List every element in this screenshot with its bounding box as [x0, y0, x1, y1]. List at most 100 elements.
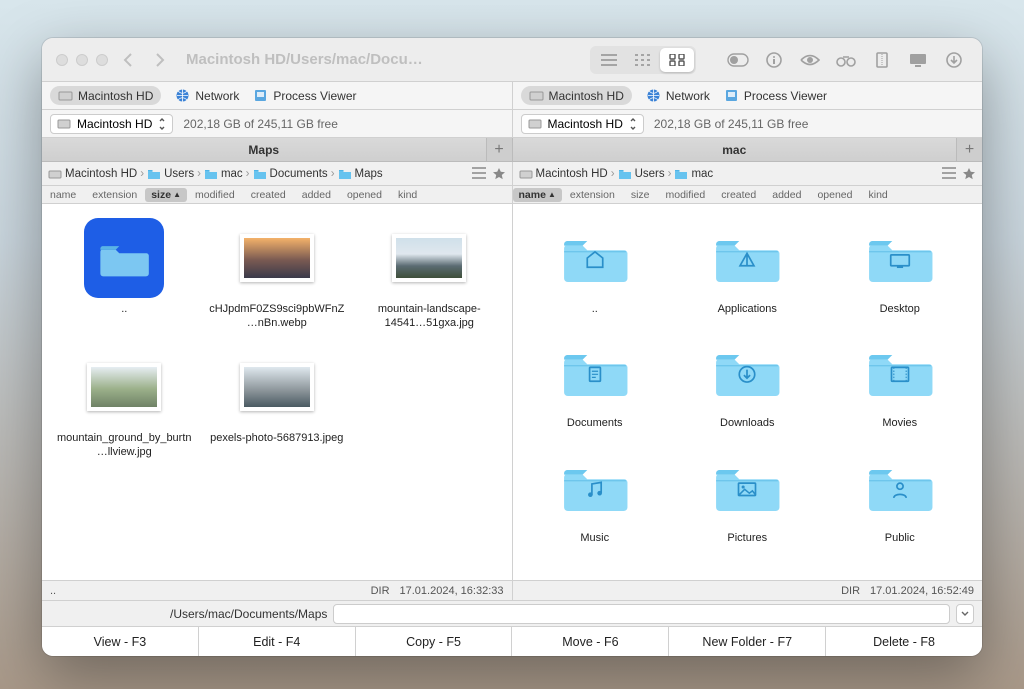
- pane-left[interactable]: ..cHJpdmF0ZS9sci9pbWFnZ…nBn.webpmountain…: [42, 204, 513, 580]
- fn-copy[interactable]: Copy - F5: [356, 627, 513, 656]
- list-toggle-icon[interactable]: [942, 167, 956, 181]
- quicklook-icon[interactable]: [796, 53, 824, 67]
- folder-icon: [713, 345, 781, 399]
- volume-select-right[interactable]: Macintosh HD: [521, 114, 644, 134]
- star-icon[interactable]: [492, 167, 506, 181]
- column-opened[interactable]: opened: [339, 189, 390, 201]
- column-kind[interactable]: kind: [390, 189, 425, 201]
- proc-icon: [253, 88, 268, 103]
- favorite-network[interactable]: Network: [646, 88, 710, 103]
- file-item[interactable]: Pictures: [673, 441, 822, 551]
- column-created[interactable]: created: [713, 189, 764, 201]
- favorite-process-viewer[interactable]: Process Viewer: [724, 88, 827, 103]
- file-item[interactable]: Desktop: [826, 212, 975, 322]
- file-item[interactable]: ..: [50, 212, 199, 337]
- volume-name: Macintosh HD: [77, 117, 152, 131]
- column-size[interactable]: size ▲: [145, 188, 187, 202]
- new-tab-right[interactable]: +: [956, 138, 982, 161]
- command-dropdown[interactable]: [956, 604, 974, 624]
- close-button[interactable]: [56, 54, 68, 66]
- list-toggle-icon[interactable]: [472, 167, 486, 181]
- column-modified[interactable]: modified: [658, 189, 714, 201]
- path-segment[interactable]: Macintosh HD: [519, 167, 608, 181]
- folder-icon: [866, 345, 934, 399]
- list-view-button[interactable]: [592, 48, 626, 72]
- column-added[interactable]: added: [764, 189, 809, 201]
- file-item[interactable]: Movies: [826, 326, 975, 436]
- path-segment[interactable]: mac: [204, 167, 243, 181]
- column-size[interactable]: size: [623, 189, 658, 201]
- column-created[interactable]: created: [243, 189, 294, 201]
- file-item[interactable]: mountain-landscape-14541…51gxa.jpg: [355, 212, 504, 337]
- column-opened[interactable]: opened: [809, 189, 860, 201]
- download-icon[interactable]: [940, 52, 968, 68]
- toggle-icon[interactable]: [724, 53, 752, 67]
- forward-button[interactable]: [148, 48, 172, 72]
- path-segment[interactable]: Maps: [338, 167, 383, 181]
- volume-bar: Macintosh HD 202,18 GB of 245,11 GB free…: [42, 110, 982, 138]
- column-name[interactable]: name ▲: [513, 188, 562, 202]
- folder-icon: [713, 231, 781, 285]
- column-extension[interactable]: extension: [562, 189, 623, 201]
- file-item[interactable]: cHJpdmF0ZS9sci9pbWFnZ…nBn.webp: [203, 212, 352, 337]
- path-segment[interactable]: mac: [674, 167, 713, 181]
- path-segment[interactable]: Macintosh HD: [48, 167, 137, 181]
- path-segment[interactable]: Users: [618, 167, 665, 181]
- folder-icon: [866, 460, 934, 514]
- volume-free-right: 202,18 GB of 245,11 GB free: [654, 117, 809, 131]
- proc-icon: [724, 88, 739, 103]
- file-item[interactable]: Music: [521, 441, 670, 551]
- column-kind[interactable]: kind: [860, 189, 895, 201]
- tab-right[interactable]: mac: [513, 138, 957, 161]
- item-label: Applications: [718, 302, 777, 316]
- file-item[interactable]: Applications: [673, 212, 822, 322]
- favorite-macintosh-hd[interactable]: Macintosh HD: [50, 86, 161, 105]
- file-item[interactable]: ..: [521, 212, 670, 322]
- command-input[interactable]: [333, 604, 950, 624]
- star-icon[interactable]: [962, 167, 976, 181]
- binoculars-icon[interactable]: [832, 53, 860, 67]
- net-icon: [646, 88, 661, 103]
- zoom-button[interactable]: [96, 54, 108, 66]
- app-window: Macintosh HD/Users/mac/Docu… Macintosh H…: [42, 38, 982, 656]
- favorite-macintosh-hd[interactable]: Macintosh HD: [521, 86, 632, 105]
- file-item[interactable]: Public: [826, 441, 975, 551]
- fn-view[interactable]: View - F3: [42, 627, 199, 656]
- item-label: mountain-landscape-14541…51gxa.jpg: [361, 302, 498, 331]
- back-button[interactable]: [116, 48, 140, 72]
- folder-icon: [561, 345, 629, 399]
- file-item[interactable]: pexels-photo-5687913.jpeg: [203, 341, 352, 466]
- favorite-process-viewer[interactable]: Process Viewer: [253, 88, 356, 103]
- status-right-time: 17.01.2024, 16:52:49: [870, 585, 974, 597]
- volume-free-left: 202,18 GB of 245,11 GB free: [183, 117, 338, 131]
- icon-view-button[interactable]: [660, 48, 694, 72]
- column-modified[interactable]: modified: [187, 189, 243, 201]
- volume-select-left[interactable]: Macintosh HD: [50, 114, 173, 134]
- desktop-icon[interactable]: [904, 53, 932, 67]
- file-panes: ..cHJpdmF0ZS9sci9pbWFnZ…nBn.webpmountain…: [42, 204, 982, 580]
- path-segment[interactable]: Users: [147, 167, 194, 181]
- tab-left[interactable]: Maps: [42, 138, 486, 161]
- column-added[interactable]: added: [294, 189, 339, 201]
- path-segment[interactable]: Documents: [253, 167, 328, 181]
- info-icon[interactable]: [760, 52, 788, 68]
- favorite-network[interactable]: Network: [175, 88, 239, 103]
- column-extension[interactable]: extension: [84, 189, 145, 201]
- titlebar: Macintosh HD/Users/mac/Docu…: [42, 38, 982, 82]
- new-tab-left[interactable]: +: [486, 138, 512, 161]
- fn-delete[interactable]: Delete - F8: [826, 627, 982, 656]
- volume-name: Macintosh HD: [548, 117, 623, 131]
- archive-icon[interactable]: [868, 52, 896, 68]
- item-label: pexels-photo-5687913.jpeg: [210, 431, 343, 445]
- command-path-label: /Users/mac/Documents/Maps: [170, 607, 327, 621]
- file-item[interactable]: mountain_ground_by_burtn…llview.jpg: [50, 341, 199, 466]
- fn-new[interactable]: New Folder - F7: [669, 627, 826, 656]
- fn-move[interactable]: Move - F6: [512, 627, 669, 656]
- pane-right[interactable]: .. Applications Desktop DocumentsDownloadsM…: [513, 204, 983, 580]
- minimize-button[interactable]: [76, 54, 88, 66]
- file-item[interactable]: Documents: [521, 326, 670, 436]
- fn-edit[interactable]: Edit - F4: [199, 627, 356, 656]
- file-item[interactable]: Downloads: [673, 326, 822, 436]
- column-view-button[interactable]: [626, 48, 660, 72]
- column-name[interactable]: name: [42, 189, 84, 201]
